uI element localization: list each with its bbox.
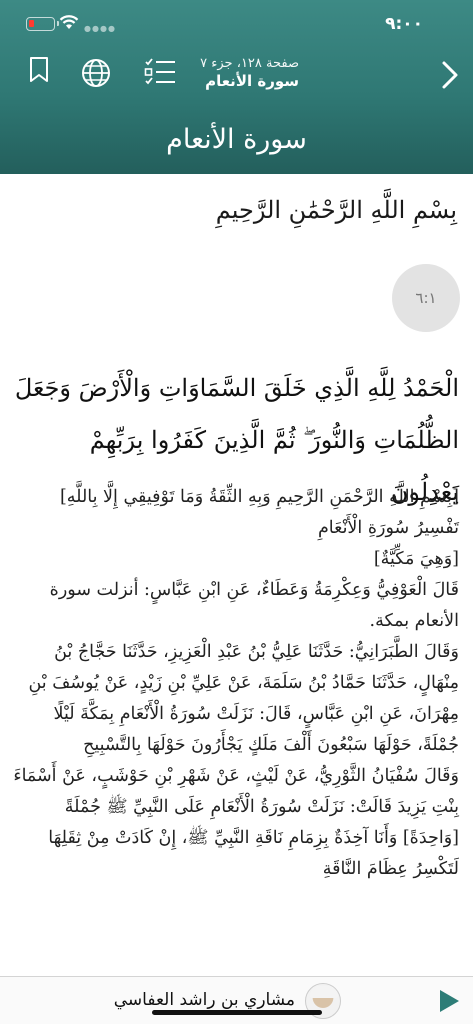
sura-banner: سورة الأنعام [0, 104, 473, 174]
wifi-icon [59, 15, 79, 29]
chevron-right-icon[interactable] [441, 60, 459, 90]
tafsir-line: قَالَ الْعَوْفِيُّ وَعِكْرِمَةُ وَعَطَاء… [49, 580, 459, 631]
clock: ٩:٠٠ [385, 14, 423, 34]
tafsir-line: [بِسْمِ اللَّهِ الرَّحْمَنِ الرَّحِيمِ و… [59, 487, 459, 507]
tafsir-line: تَفْسِيرُ سُورَةِ الْأَنْعَامِ [317, 518, 459, 538]
globe-icon[interactable] [80, 57, 112, 89]
ayah-number-badge[interactable]: ٦:١ [392, 264, 460, 332]
tafsir-text: [بِسْمِ اللَّهِ الرَّحْمَنِ الرَّحِيمِ و… [12, 482, 459, 885]
sura-title-block[interactable]: صفحة ١٢٨، جزء ٧ سورة الأنعام [200, 56, 299, 90]
sura-name-small: سورة الأنعام [205, 72, 299, 90]
tafsir-line: [وَهِيَ مَكِّيَّةٌ] [373, 549, 459, 569]
list-icon[interactable] [144, 58, 176, 88]
sura-title: سورة الأنعام [166, 123, 307, 155]
app-header: ●●●● ٩:٠٠ صفحة ١٢٨، جزء ٧ سورة الأنعام س… [0, 0, 473, 174]
home-indicator [152, 1010, 322, 1015]
reciter-name[interactable]: مشاري بن راشد العفاسي [114, 990, 295, 1010]
audio-player: مشاري بن راشد العفاسي [0, 976, 473, 1024]
reading-pane[interactable]: بِسْمِ اللَّهِ الرَّحْمَٰنِ الرَّحِيمِ ٦… [0, 174, 473, 1004]
toolbar: صفحة ١٢٨، جزء ٧ سورة الأنعام [0, 48, 473, 104]
bookmark-icon[interactable] [28, 56, 50, 84]
battery-icon [26, 17, 59, 31]
page-info: صفحة ١٢٨، جزء ٧ [200, 56, 299, 71]
tafsir-line: وَقَالَ سُفْيَانُ الثَّوْرِيُّ، عَنْ لَي… [13, 766, 459, 879]
tafsir-line: وَقَالَ الطَّبَرَانِيُّ: حَدَّثَنَا عَلِ… [28, 642, 459, 755]
verse-line: الْحَمْدُ لِلَّهِ الَّذِي خَلَقَ السَّمَ… [14, 374, 459, 402]
signal-icon: ●●●● [84, 24, 116, 33]
basmala: بِسْمِ اللَّهِ الرَّحْمَٰنِ الرَّحِيمِ [215, 196, 457, 224]
play-icon[interactable] [440, 990, 459, 1012]
status-bar: ●●●● ٩:٠٠ [0, 0, 473, 48]
